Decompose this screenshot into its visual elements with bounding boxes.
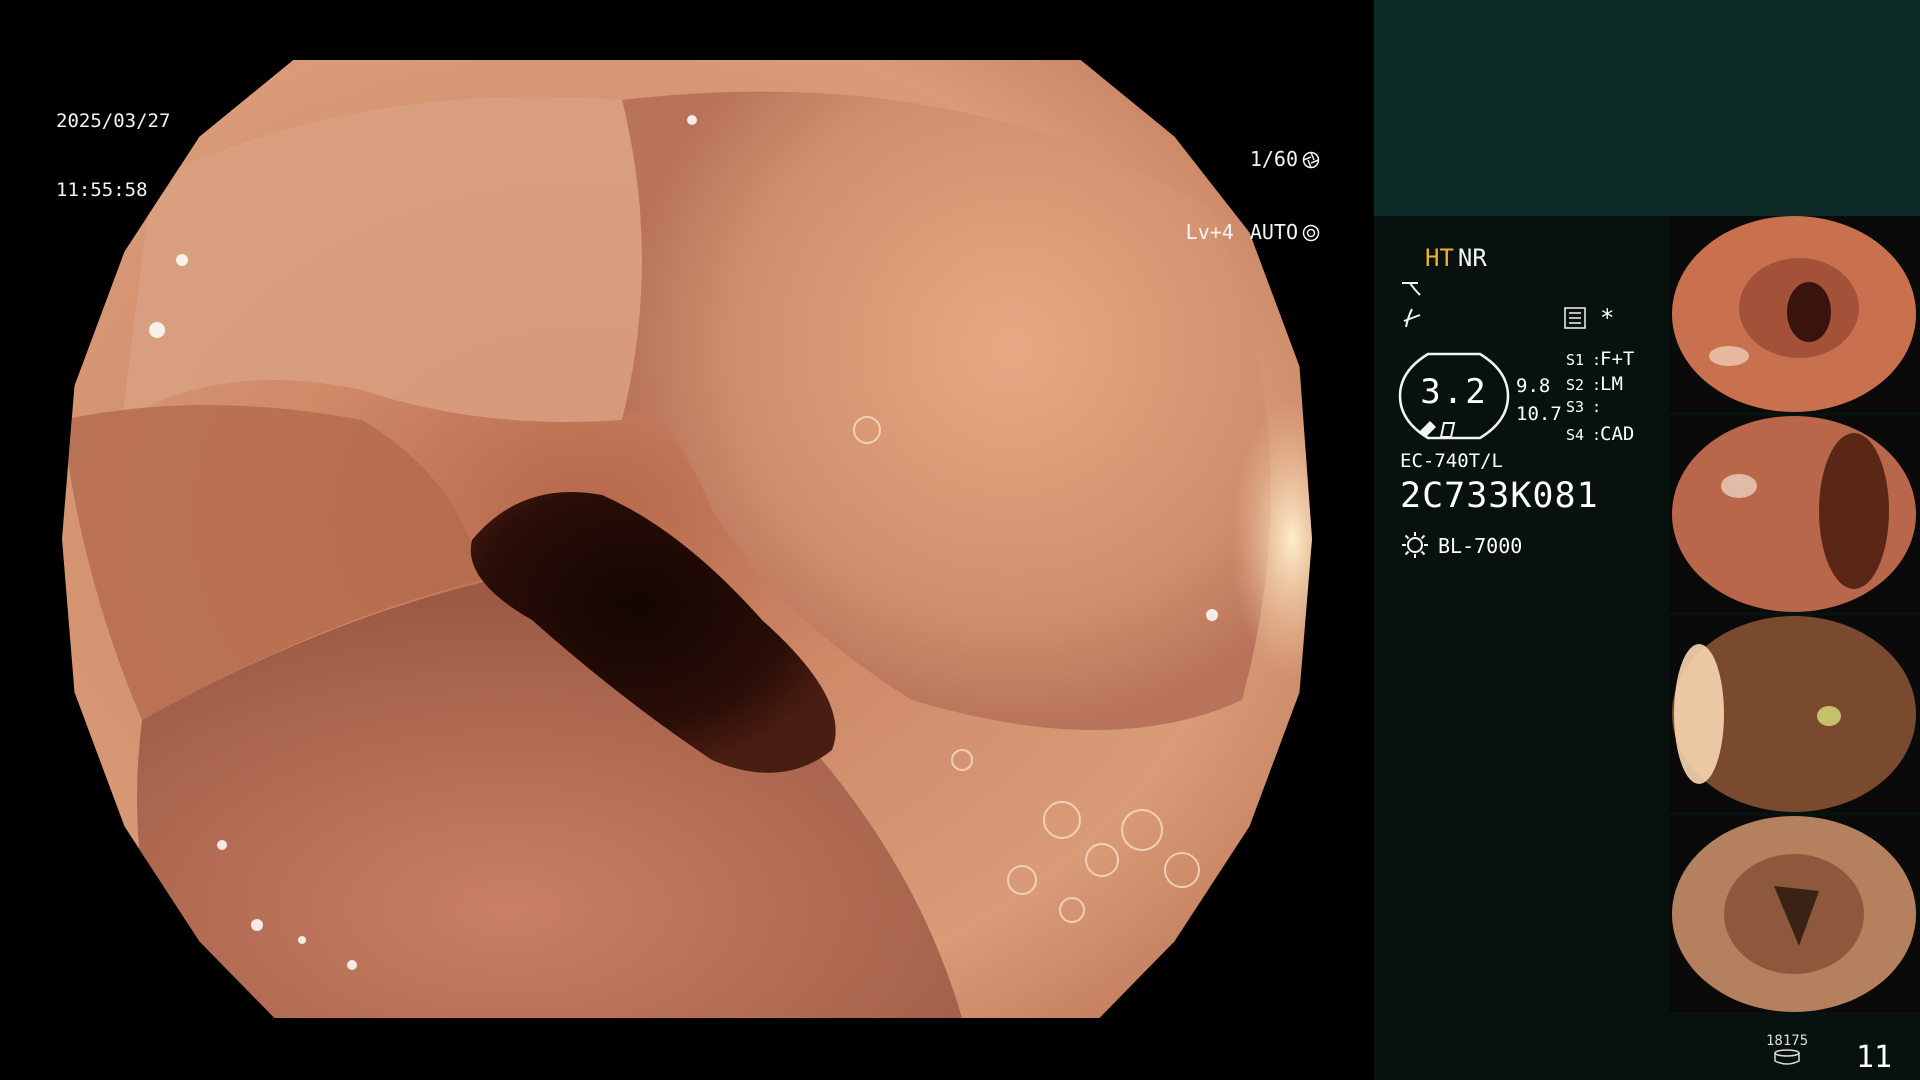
mucosa-image bbox=[62, 60, 1312, 1018]
iris-icon bbox=[1302, 224, 1320, 241]
s-setting-row: S4: CAD bbox=[1566, 423, 1634, 448]
level-value: Lv+4 bbox=[1185, 220, 1234, 244]
s-setting-row: S3: bbox=[1566, 398, 1634, 423]
oval-sub-2: 10.7 bbox=[1516, 403, 1562, 425]
thumbnail-image bbox=[1669, 416, 1920, 612]
shutter-row: 1/60 bbox=[1186, 146, 1320, 173]
s-value: CAD bbox=[1600, 423, 1635, 445]
colon: : bbox=[1592, 426, 1602, 444]
storage-icon bbox=[1774, 1049, 1800, 1065]
s-key: S1 bbox=[1566, 351, 1585, 369]
image-count-big: 11 bbox=[1856, 1040, 1893, 1075]
nr-indicator: NR bbox=[1457, 244, 1487, 272]
scope-serial: 2C733K081 bbox=[1400, 476, 1599, 516]
s-setting-row: S2: LM bbox=[1566, 373, 1634, 398]
scope-model: EC-740T/L bbox=[1400, 450, 1503, 472]
level-row: Lv+4 AUTO bbox=[1186, 219, 1320, 246]
s-key: S3 bbox=[1566, 398, 1585, 416]
colon: : bbox=[1592, 376, 1602, 394]
aperture-icon bbox=[1302, 151, 1320, 168]
thumbnail-image bbox=[1669, 616, 1920, 812]
shutter-value: 1/60 bbox=[1249, 147, 1298, 171]
s-value: LM bbox=[1600, 373, 1623, 395]
date-time-block: 2025/03/27 11:55:58 bbox=[56, 64, 170, 248]
light-source-model: BL-7000 bbox=[1438, 534, 1523, 558]
colon: : bbox=[1592, 351, 1602, 369]
s-setting-row: S1: F+T bbox=[1566, 348, 1634, 373]
image-enhance-status: HT NR bbox=[1425, 244, 1487, 272]
thumbnail[interactable] bbox=[1669, 416, 1920, 612]
thumbnail[interactable] bbox=[1669, 216, 1920, 412]
image-count-small: 18175 bbox=[1766, 1033, 1809, 1049]
scope-oval-value: 3.2 bbox=[1420, 372, 1488, 412]
edge-enhance-icon bbox=[1403, 308, 1421, 328]
thumbnail[interactable] bbox=[1669, 816, 1920, 1012]
switch-settings: S1: F+T S2: LM S3: S4: CAD bbox=[1566, 348, 1634, 448]
captured-thumbnails bbox=[1669, 216, 1920, 1016]
thumbnail-image bbox=[1669, 816, 1920, 1012]
oval-sub-1: 9.8 bbox=[1516, 375, 1551, 397]
info-panel-header bbox=[1374, 0, 1920, 216]
thumbnail-image bbox=[1669, 216, 1920, 412]
exam-time: 11:55:58 bbox=[56, 179, 148, 201]
star-icon: * bbox=[1600, 304, 1615, 332]
thumbnail[interactable] bbox=[1669, 616, 1920, 812]
s-key: S2 bbox=[1566, 376, 1585, 394]
ht-indicator: HT bbox=[1425, 244, 1454, 272]
s-value: F+T bbox=[1600, 348, 1635, 370]
endoscopy-screen: 2025/03/27 11:55:58 1/60 Lv+4 AUTO HTNR bbox=[0, 0, 1920, 1080]
colon: : bbox=[1592, 398, 1602, 416]
lightbulb-icon bbox=[1402, 532, 1428, 558]
tone-curve-icon bbox=[1402, 282, 1421, 296]
exam-date: 2025/03/27 bbox=[56, 110, 171, 132]
s-key: S4 bbox=[1566, 426, 1585, 444]
scope-oval-sub: 9.8 10.7 bbox=[1516, 372, 1562, 428]
settings-list-icon bbox=[1564, 307, 1586, 329]
exposure-settings: 1/60 Lv+4 AUTO bbox=[1186, 100, 1320, 292]
auto-mode-value: AUTO bbox=[1249, 220, 1298, 244]
endoscopic-image bbox=[62, 60, 1312, 1018]
